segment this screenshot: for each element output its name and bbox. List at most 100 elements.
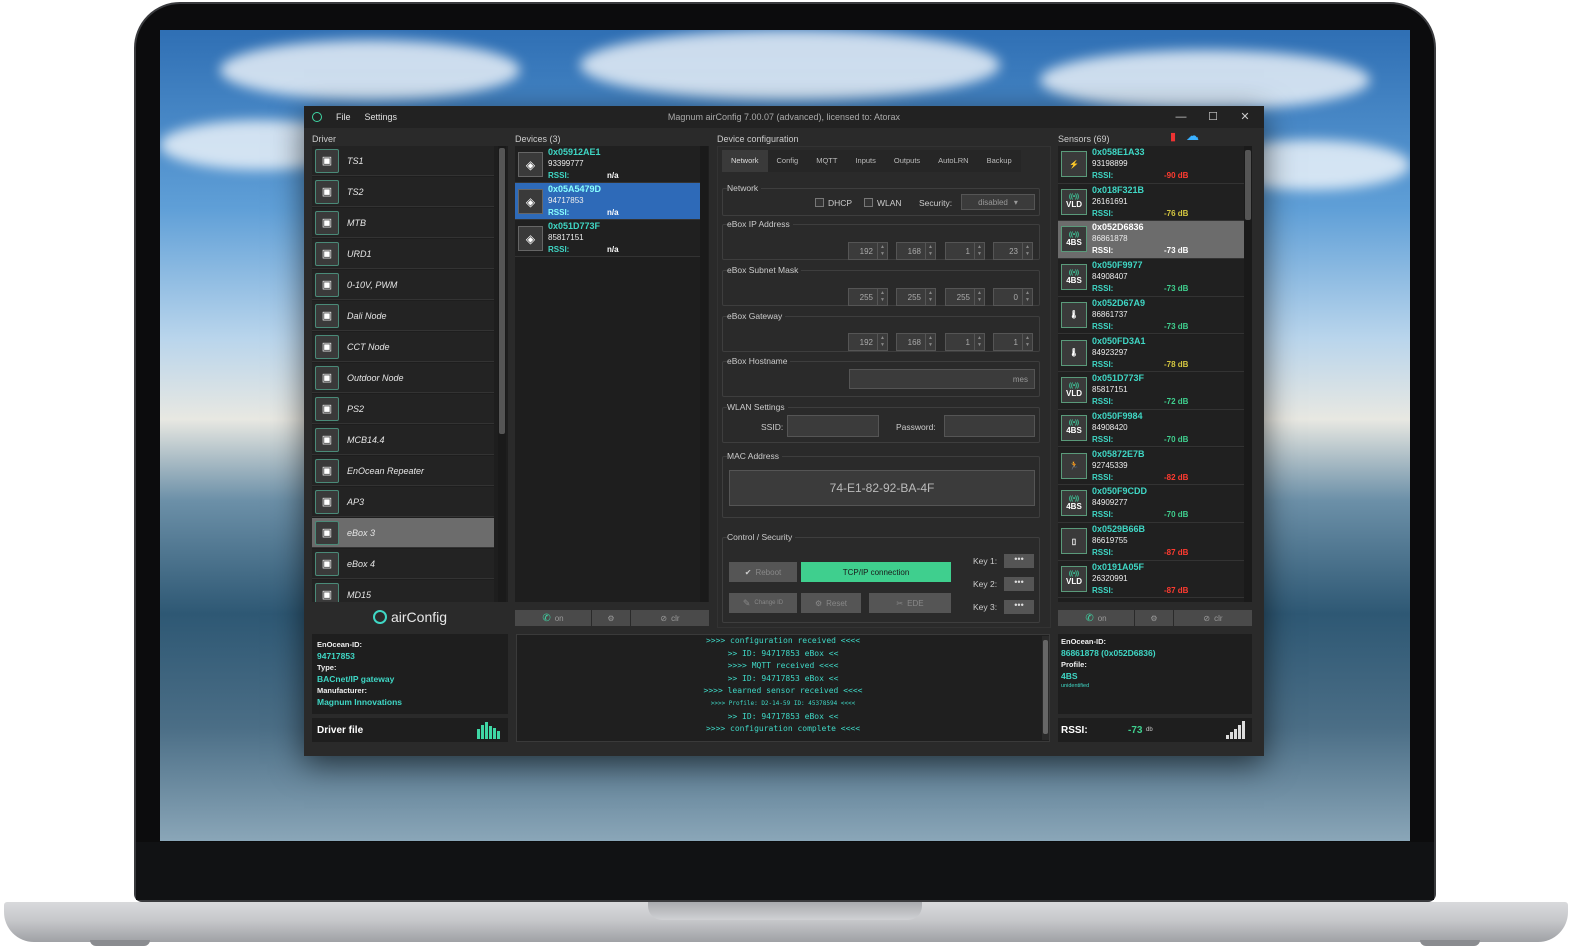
reboot-button[interactable]: ✔ Reboot [729,562,797,582]
tab-inputs[interactable]: Inputs [846,150,884,172]
device-on-button[interactable]: ✆ on [515,610,591,626]
sensor-item[interactable]: ((•)) VLD 0x018F321B 26161691 RSSI: -76 d… [1058,183,1244,222]
subnet-octet-4-spinbox[interactable]: 0 ▲ ▼ [993,288,1033,306]
spin-arrows-icon[interactable]: ▲ ▼ [974,289,984,305]
hostname-input[interactable]: mes [849,369,1035,389]
sensor-item[interactable]: 🏃 0x05872E7B 92745339 RSSI: -82 dB [1058,447,1244,486]
key1-button[interactable]: ••• [1004,554,1034,568]
ip-octet-3-spinbox[interactable]: 1 ▲ ▼ [945,242,985,260]
driver-scrollbar[interactable] [498,146,506,602]
menu-settings[interactable]: Settings [365,112,398,122]
sensor-item[interactable]: ((•)) 4BS 0x050F9CDD 84909277 RSSI: -70 d… [1058,485,1244,523]
gateway-octet-3-spinbox[interactable]: 1 ▲ ▼ [945,333,985,351]
sensor-item[interactable]: ▯ 0x0529B66B 86619755 RSSI: -87 dB [1058,523,1244,561]
tab-outputs[interactable]: Outputs [885,150,929,172]
ip-octet-1-spinbox[interactable]: 192 ▲ ▼ [848,242,888,260]
sensor-settings-button[interactable]: ⚙ [1135,610,1173,626]
sensor-item[interactable]: 🌡 0x050FD3A1 84923297 RSSI: -78 dB [1058,334,1244,372]
key2-button[interactable]: ••• [1004,577,1034,591]
driver-item[interactable]: ▣ MD15 [312,580,494,602]
gateway-octet-2-spinbox[interactable]: 168 ▲ ▼ [896,333,936,351]
subnet-octet-2-spinbox[interactable]: 255 ▲ ▼ [896,288,936,306]
sensor-item[interactable]: ⚡ 0x058E1A33 93198899 RSSI: -90 dB [1058,146,1244,184]
password-input[interactable] [944,415,1035,437]
tcp-connection-button[interactable]: TCP/IP connection [801,562,951,582]
sensor-rssi-label: RSSI: [1092,510,1114,520]
spin-arrows-icon[interactable]: ▲ ▼ [877,243,887,259]
spin-arrows-icon[interactable]: ▲ ▼ [1022,289,1032,305]
dhcp-checkbox[interactable] [815,198,824,207]
device-settings-button[interactable]: ⚙ [592,610,630,626]
tab-autolrn[interactable]: AutoLRN [929,150,977,172]
subnet-octet-1-spinbox[interactable]: 255 ▲ ▼ [848,288,888,306]
spin-arrows-icon[interactable]: ▲ ▼ [877,289,887,305]
ssid-input[interactable] [787,415,879,437]
menu-file[interactable]: File [336,112,351,122]
device-item[interactable]: ◈ 0x051D773F 85817151 RSSI: n/a [515,220,701,257]
subnet-octet-3-spinbox[interactable]: 255 ▲ ▼ [945,288,985,306]
driver-item[interactable]: ▣ PS2 [312,394,494,424]
security-select[interactable]: disabled ▾ [961,194,1035,210]
spin-arrows-icon[interactable]: ▲ ▼ [877,334,887,350]
spin-arrows-icon[interactable]: ▲ ▼ [925,289,935,305]
driver-file-icon[interactable] [476,721,502,739]
gateway-octet-1-spinbox[interactable]: 192 ▲ ▼ [848,333,888,351]
device-button-bar: ✆ on ⚙ ⊘ clr [515,610,709,626]
device-clear-button[interactable]: ⊘ clr [631,610,709,626]
maximize-icon[interactable]: ☐ [1198,106,1228,128]
driver-item[interactable]: ▣ CCT Node [312,332,494,362]
sensor-item[interactable]: ((•)) 4BS 0x050F9984 84908420 RSSI: -70 d… [1058,409,1244,448]
driver-item[interactable]: ▣ eBox 3 [312,518,494,548]
driver-item[interactable]: ▣ 0-10V, PWM [312,270,494,300]
sensor-clear-button[interactable]: ⊘ clr [1174,610,1252,626]
mac-group-label: MAC Address [727,451,782,461]
log-scrollbar[interactable] [1042,636,1049,740]
driver-item[interactable]: ▣ MCB14.4 [312,425,494,455]
driver-item[interactable]: ▣ TS1 [312,146,494,176]
driver-item[interactable]: ▣ TS2 [312,177,494,207]
sensor-id: 0x050F9984 [1092,410,1143,421]
cloud-upload-icon[interactable]: ☁ [1186,128,1199,144]
driver-item[interactable]: ▣ MTB [312,208,494,238]
spin-arrows-icon[interactable]: ▲ ▼ [1022,243,1032,259]
minimize-icon[interactable]: — [1166,106,1196,128]
key3-button[interactable]: ••• [1004,600,1034,614]
driver-item[interactable]: ▣ AP3 [312,487,494,517]
driver-item[interactable]: ▣ eBox 4 [312,549,494,579]
sensor-item[interactable]: ((•)) 4BS 0x050F9977 84908407 RSSI: -73 d… [1058,259,1244,297]
change-id-button[interactable]: ✎ Change ID [729,593,797,613]
log-console[interactable]: >>>> configuration received <<<< >> ID: 9… [516,634,1050,742]
ip-octet-value: 23 [1009,246,1018,256]
tab-network[interactable]: Network [722,150,768,172]
sensor-item[interactable]: ((•)) VLD 0x0191A05F 26320991 RSSI: -87 d… [1058,560,1244,599]
sensor-scrollbar[interactable] [1244,146,1252,602]
sensor-item[interactable]: ((•)) VLD 0x051D773F 85817151 RSSI: -72 d… [1058,372,1244,410]
device-item[interactable]: ◈ 0x05A5479D 94717853 RSSI: n/a [515,183,701,220]
driver-item[interactable]: ▣ EnOcean Repeater [312,456,494,486]
device-scrollbar[interactable] [700,146,708,602]
tab-config[interactable]: Config [768,150,808,172]
tab-backup[interactable]: Backup [978,150,1021,172]
spin-arrows-icon[interactable]: ▲ ▼ [974,334,984,350]
sensor-on-button[interactable]: ✆ on [1058,610,1134,626]
gateway-group-label: eBox Gateway [727,311,786,321]
driver-item[interactable]: ▣ Dali Node [312,301,494,331]
ip-octet-4-spinbox[interactable]: 23 ▲ ▼ [993,242,1033,260]
sensor-item[interactable]: ((•)) 4BS 0x052D6836 86861878 RSSI: -73 d… [1058,221,1244,259]
delete-icon[interactable]: ▮ [1170,130,1176,143]
driver-item[interactable]: ▣ Outdoor Node [312,363,494,393]
wlan-checkbox[interactable] [864,198,873,207]
gateway-octet-4-spinbox[interactable]: 1 ▲ ▼ [993,333,1033,351]
tab-mqtt[interactable]: MQTT [807,150,846,172]
reset-button[interactable]: ⚙ Reset [801,593,861,613]
device-item[interactable]: ◈ 0x05912AE1 93399777 RSSI: n/a [515,146,701,183]
spin-arrows-icon[interactable]: ▲ ▼ [925,334,935,350]
spin-arrows-icon[interactable]: ▲ ▼ [925,243,935,259]
spin-arrows-icon[interactable]: ▲ ▼ [1022,334,1032,350]
ede-button[interactable]: ✂ EDE [869,593,951,613]
driver-item[interactable]: ▣ URD1 [312,239,494,269]
ip-octet-2-spinbox[interactable]: 168 ▲ ▼ [896,242,936,260]
spin-arrows-icon[interactable]: ▲ ▼ [974,243,984,259]
close-icon[interactable]: ✕ [1230,106,1260,128]
sensor-item[interactable]: 🌡 0x052D67A9 86861737 RSSI: -73 dB [1058,296,1244,335]
